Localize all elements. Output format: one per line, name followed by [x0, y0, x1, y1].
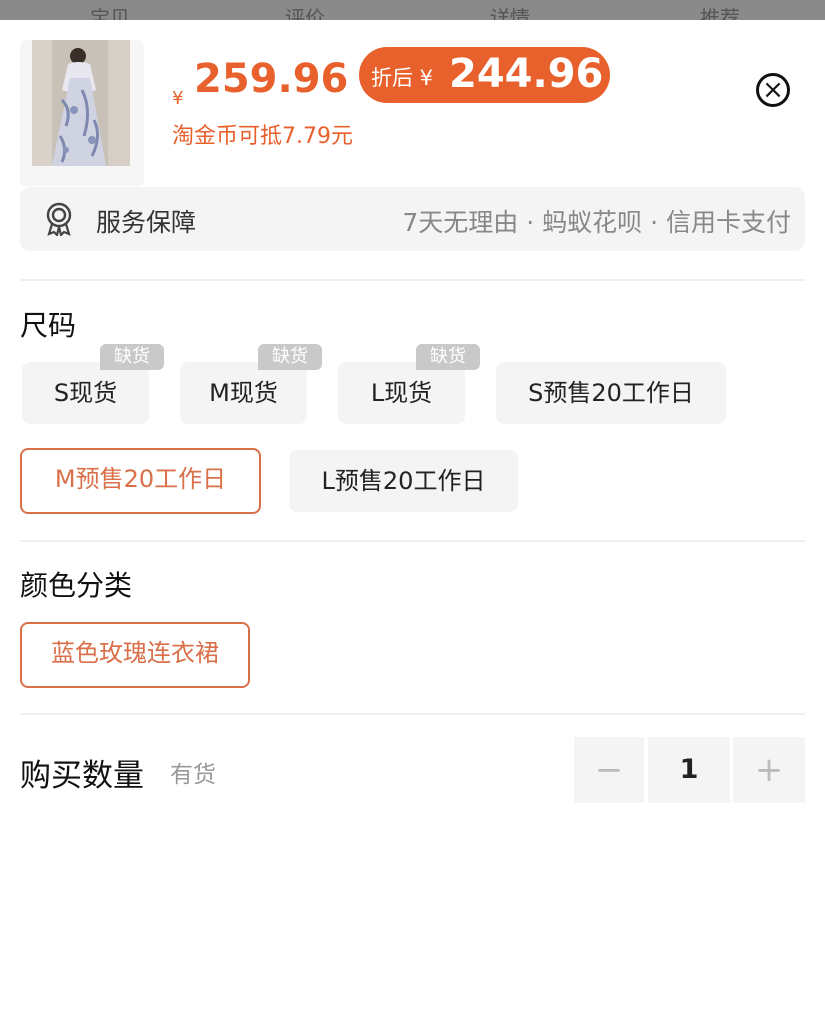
service-guarantee-row[interactable]: 服务保障 7天无理由 · 蚂蚁花呗 · 信用卡支付 — [20, 187, 805, 251]
size-option-m-instock[interactable]: M现货 — [180, 362, 307, 424]
discount-label: 折后 ¥ — [371, 66, 434, 90]
size-option-label: S现货 — [53, 379, 118, 407]
divider — [20, 713, 805, 715]
color-option-blue-rose-dress[interactable]: 蓝色玫瑰连衣裙 — [20, 622, 250, 688]
shield-badge-icon — [46, 202, 72, 236]
divider — [20, 540, 805, 542]
size-option-l-presale[interactable]: L预售20工作日 — [289, 450, 518, 512]
sku-selector-sheet: ¥ 259.96 折后 ¥ 244.96 淘金币可抵7.79元 × 服务保障 7… — [0, 20, 825, 1022]
size-option-label: M现货 — [209, 379, 278, 407]
stock-status: 有货 — [170, 762, 216, 788]
quantity-label: 购买数量 — [20, 758, 144, 794]
size-option-s-presale[interactable]: S预售20工作日 — [496, 362, 726, 424]
color-section-title: 颜色分类 — [20, 569, 133, 602]
size-option-label: S预售20工作日 — [528, 379, 694, 407]
color-option-label: 蓝色玫瑰连衣裙 — [51, 639, 219, 667]
product-price: 259.96 — [194, 56, 349, 102]
increase-button[interactable]: + — [733, 737, 805, 803]
size-section-title: 尺码 — [20, 309, 77, 342]
out-of-stock-tag: 缺货 — [100, 344, 164, 370]
product-thumbnail[interactable] — [20, 40, 144, 186]
size-option-label: L现货 — [370, 379, 433, 407]
close-icon: × — [762, 75, 784, 105]
discount-price: 244.96 — [449, 51, 604, 97]
currency-symbol: ¥ — [172, 88, 184, 109]
backdrop-tabs: 宝贝 评价 详情 推荐 — [0, 0, 825, 30]
discount-price-badge: 折后 ¥ 244.96 — [359, 47, 610, 103]
close-button[interactable]: × — [756, 73, 790, 107]
service-description: 7天无理由 · 蚂蚁花呗 · 信用卡支付 — [402, 208, 791, 237]
coin-deduction-note: 淘金币可抵7.79元 — [172, 124, 353, 149]
service-title: 服务保障 — [96, 208, 197, 237]
size-option-label: M预售20工作日 — [54, 465, 227, 493]
quantity-input[interactable]: 1 — [648, 737, 730, 803]
size-option-l-instock[interactable]: L现货 — [338, 362, 465, 424]
divider — [20, 279, 805, 281]
out-of-stock-tag: 缺货 — [258, 344, 322, 370]
product-image — [32, 40, 130, 166]
decrease-button[interactable]: − — [574, 737, 644, 803]
size-option-s-instock[interactable]: S现货 — [22, 362, 149, 424]
size-option-label: L预售20工作日 — [321, 467, 486, 495]
out-of-stock-tag: 缺货 — [416, 344, 480, 370]
size-option-m-presale[interactable]: M预售20工作日 — [20, 448, 261, 514]
